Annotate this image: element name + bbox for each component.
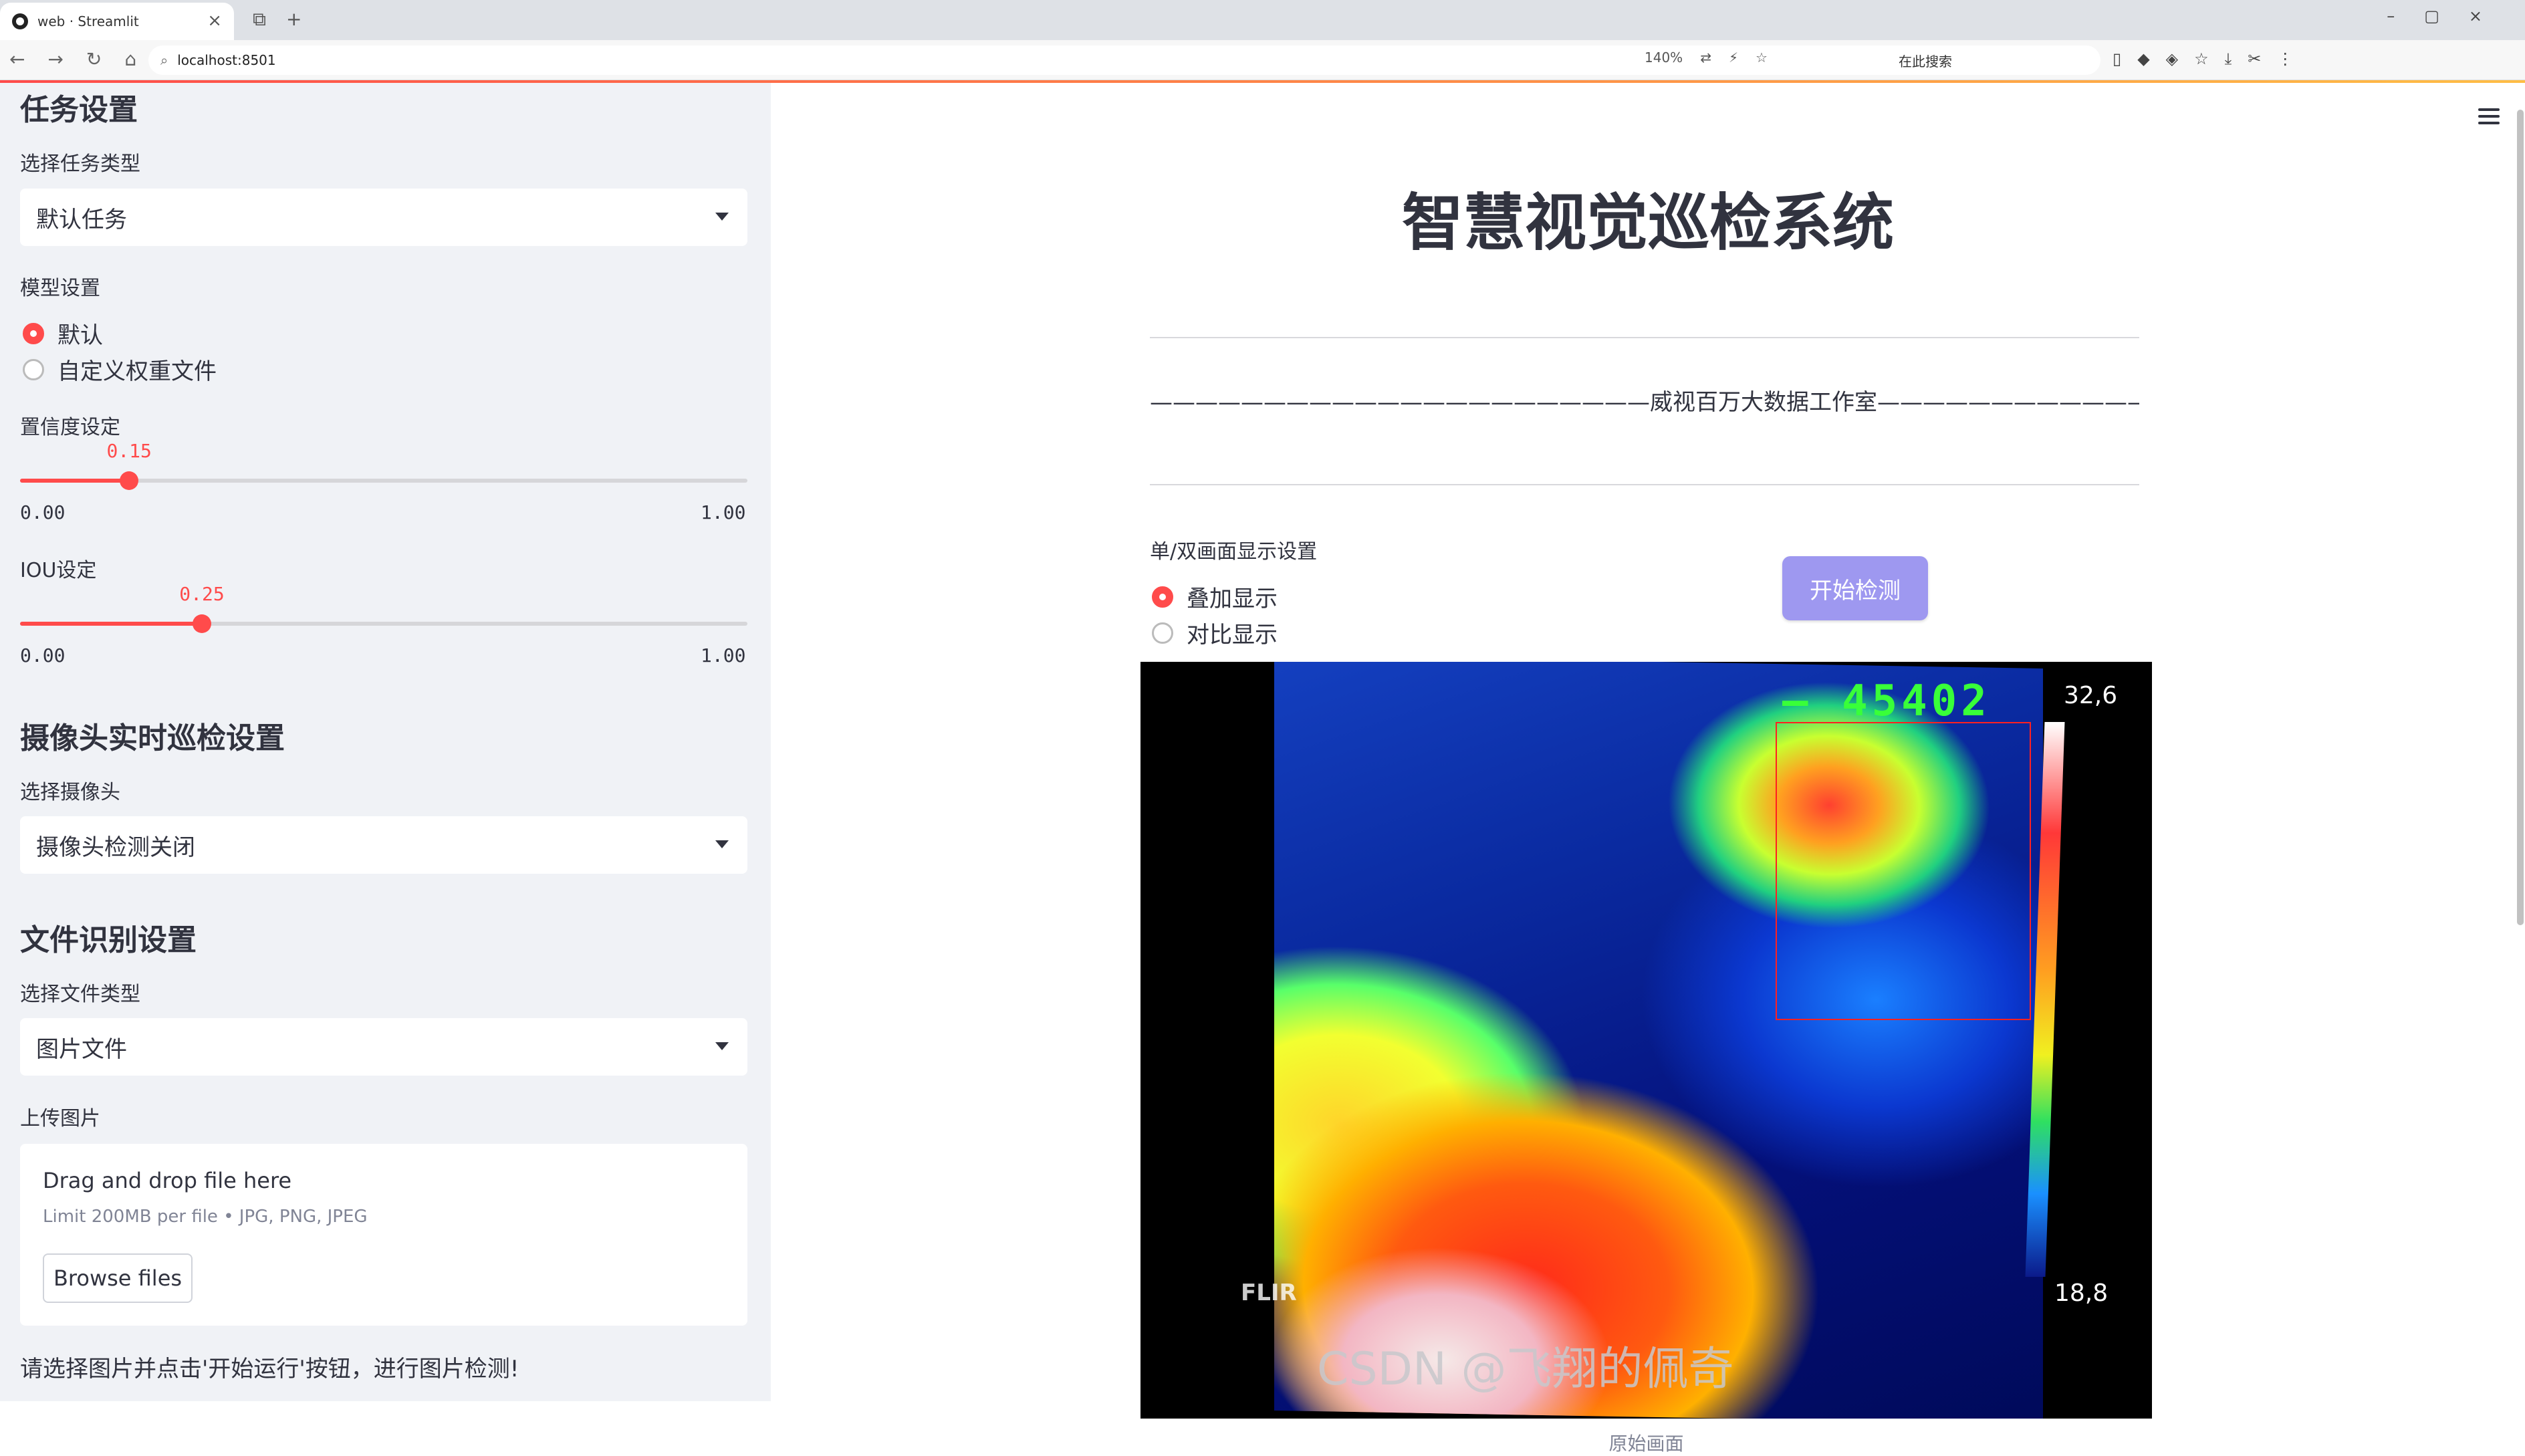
image-caption: 原始画面 <box>1608 1433 1684 1455</box>
main-scrollbar[interactable] <box>2517 110 2524 925</box>
task-type-select[interactable]: 默认任务 <box>20 189 747 246</box>
browser-search[interactable]: 在此搜索 <box>1899 45 2099 75</box>
confidence-value: 0.15 <box>106 440 152 462</box>
start-detection-button[interactable]: 开始检测 <box>1782 556 1928 620</box>
detection-bounding-box <box>1776 722 2031 1020</box>
display-option-overlay[interactable]: 叠加显示 <box>1152 580 1278 613</box>
studio-subtitle: ——————————————————————威视百万大数据工作室————————… <box>1150 389 2139 416</box>
display-mode-label: 单/双画面显示设置 <box>1150 540 1318 564</box>
streamlit-favicon-icon <box>12 13 28 29</box>
slider-thumb[interactable] <box>120 471 139 490</box>
divider <box>1150 337 2139 338</box>
search-placeholder: 在此搜索 <box>1899 53 1952 70</box>
flir-logo: FLIR <box>1241 1280 1297 1306</box>
detection-image: — 45402 32,6 18,8 FLIR <box>1140 662 2152 1419</box>
divider <box>1150 484 2139 485</box>
overlay-number: — 45402 <box>1782 677 1991 726</box>
upload-title: Drag and drop file here <box>43 1168 292 1193</box>
tab-title: web · Streamlit <box>37 13 139 29</box>
iou-min: 0.00 <box>20 644 66 666</box>
task-type-label: 选择任务类型 <box>20 152 140 176</box>
confidence-max: 1.00 <box>701 501 746 523</box>
search-icon: ⌕ <box>160 52 168 68</box>
task-type-value: 默认任务 <box>36 206 127 233</box>
slider-thumb[interactable] <box>193 614 211 633</box>
file-type-select[interactable]: 图片文件 <box>20 1018 747 1076</box>
new-tab-icon[interactable]: ⧉+ <box>253 8 322 31</box>
iou-slider[interactable]: 0.25 <box>20 583 747 633</box>
temp-min: 18,8 <box>2054 1280 2109 1307</box>
address-bar[interactable]: ⌕ localhost:8501 <box>148 45 2100 75</box>
camera-select[interactable]: 摄像头检测关闭 <box>20 816 747 874</box>
task-settings-header: 任务设置 <box>20 93 138 127</box>
camera-label: 选择摄像头 <box>20 781 120 804</box>
window-controls[interactable]: –▢× <box>2387 7 2512 25</box>
display-option-label: 叠加显示 <box>1187 586 1278 612</box>
model-settings-label: 模型设置 <box>20 277 100 300</box>
file-uploader-dropzone[interactable]: Drag and drop file here Limit 200MB per … <box>20 1144 747 1326</box>
iou-label: IOU设定 <box>20 559 97 582</box>
radio-selected-icon <box>1152 586 1173 608</box>
camera-value: 摄像头检测关闭 <box>36 834 195 861</box>
csdn-watermark: CSDN @飞翔的佩奇 <box>1317 1343 1734 1396</box>
chevron-down-icon <box>715 213 729 221</box>
confidence-min: 0.00 <box>20 501 66 523</box>
address-bar-tools: 140% ⇄ ⚡ ☆ <box>1645 49 1768 66</box>
zoom-level[interactable]: 140% <box>1645 49 1683 66</box>
browser-tab[interactable]: web · Streamlit × <box>0 3 234 40</box>
display-option-label: 对比显示 <box>1187 622 1278 648</box>
model-option-custom[interactable]: 自定义权重文件 <box>23 353 217 386</box>
upload-limit: Limit 200MB per file • JPG, PNG, JPEG <box>43 1207 368 1227</box>
url-text: localhost:8501 <box>177 52 276 68</box>
slider-fill <box>20 479 130 483</box>
translate-icon[interactable]: ⇄ <box>1700 49 1711 66</box>
close-tab-icon[interactable]: × <box>207 11 222 31</box>
radio-icon <box>1152 622 1173 644</box>
file-settings-header: 文件识别设置 <box>20 923 197 957</box>
star-icon[interactable]: ☆ <box>1756 49 1768 66</box>
browser-toolbar: ←→↻⌂ ⌕ localhost:8501 140% ⇄ ⚡ ☆ 在此搜索 ▯◆… <box>0 40 2525 80</box>
slider-fill <box>20 622 202 626</box>
menu-icon[interactable] <box>2478 108 2500 124</box>
main-content: 智慧视觉巡检系统 ——————————————————————威视百万大数据工作… <box>771 83 2525 1455</box>
confidence-slider[interactable]: 0.15 <box>20 440 747 490</box>
sidebar-note: 请选择图片并点击'开始运行'按钮，进行图片检测! <box>20 1356 519 1382</box>
model-option-default[interactable]: 默认 <box>23 317 103 350</box>
temp-max: 32,6 <box>2064 682 2118 709</box>
camera-header: 摄像头实时巡检设置 <box>20 721 285 755</box>
page-title: 智慧视觉巡检系统 <box>1401 187 1894 259</box>
file-type-value: 图片文件 <box>36 1036 127 1063</box>
radio-selected-icon <box>23 322 44 344</box>
chevron-down-icon <box>715 840 729 848</box>
upload-label: 上传图片 <box>20 1107 100 1130</box>
browse-files-button[interactable]: Browse files <box>43 1253 193 1303</box>
browser-tab-bar: web · Streamlit × ⧉+ –▢× <box>0 0 2525 40</box>
chevron-down-icon <box>715 1042 729 1050</box>
confidence-label: 置信度设定 <box>20 416 120 439</box>
extension-icons[interactable]: ▯◆◈☆⤓✂⋮ <box>2113 49 2309 68</box>
bolt-icon[interactable]: ⚡ <box>1729 49 1738 66</box>
model-option-label: 默认 <box>57 322 103 349</box>
display-option-compare[interactable]: 对比显示 <box>1152 616 1278 649</box>
nav-buttons[interactable]: ←→↻⌂ <box>9 48 159 70</box>
radio-icon <box>23 358 44 380</box>
iou-max: 1.00 <box>701 644 746 666</box>
iou-value: 0.25 <box>179 583 225 605</box>
file-type-label: 选择文件类型 <box>20 983 140 1006</box>
model-option-label: 自定义权重文件 <box>57 358 217 385</box>
